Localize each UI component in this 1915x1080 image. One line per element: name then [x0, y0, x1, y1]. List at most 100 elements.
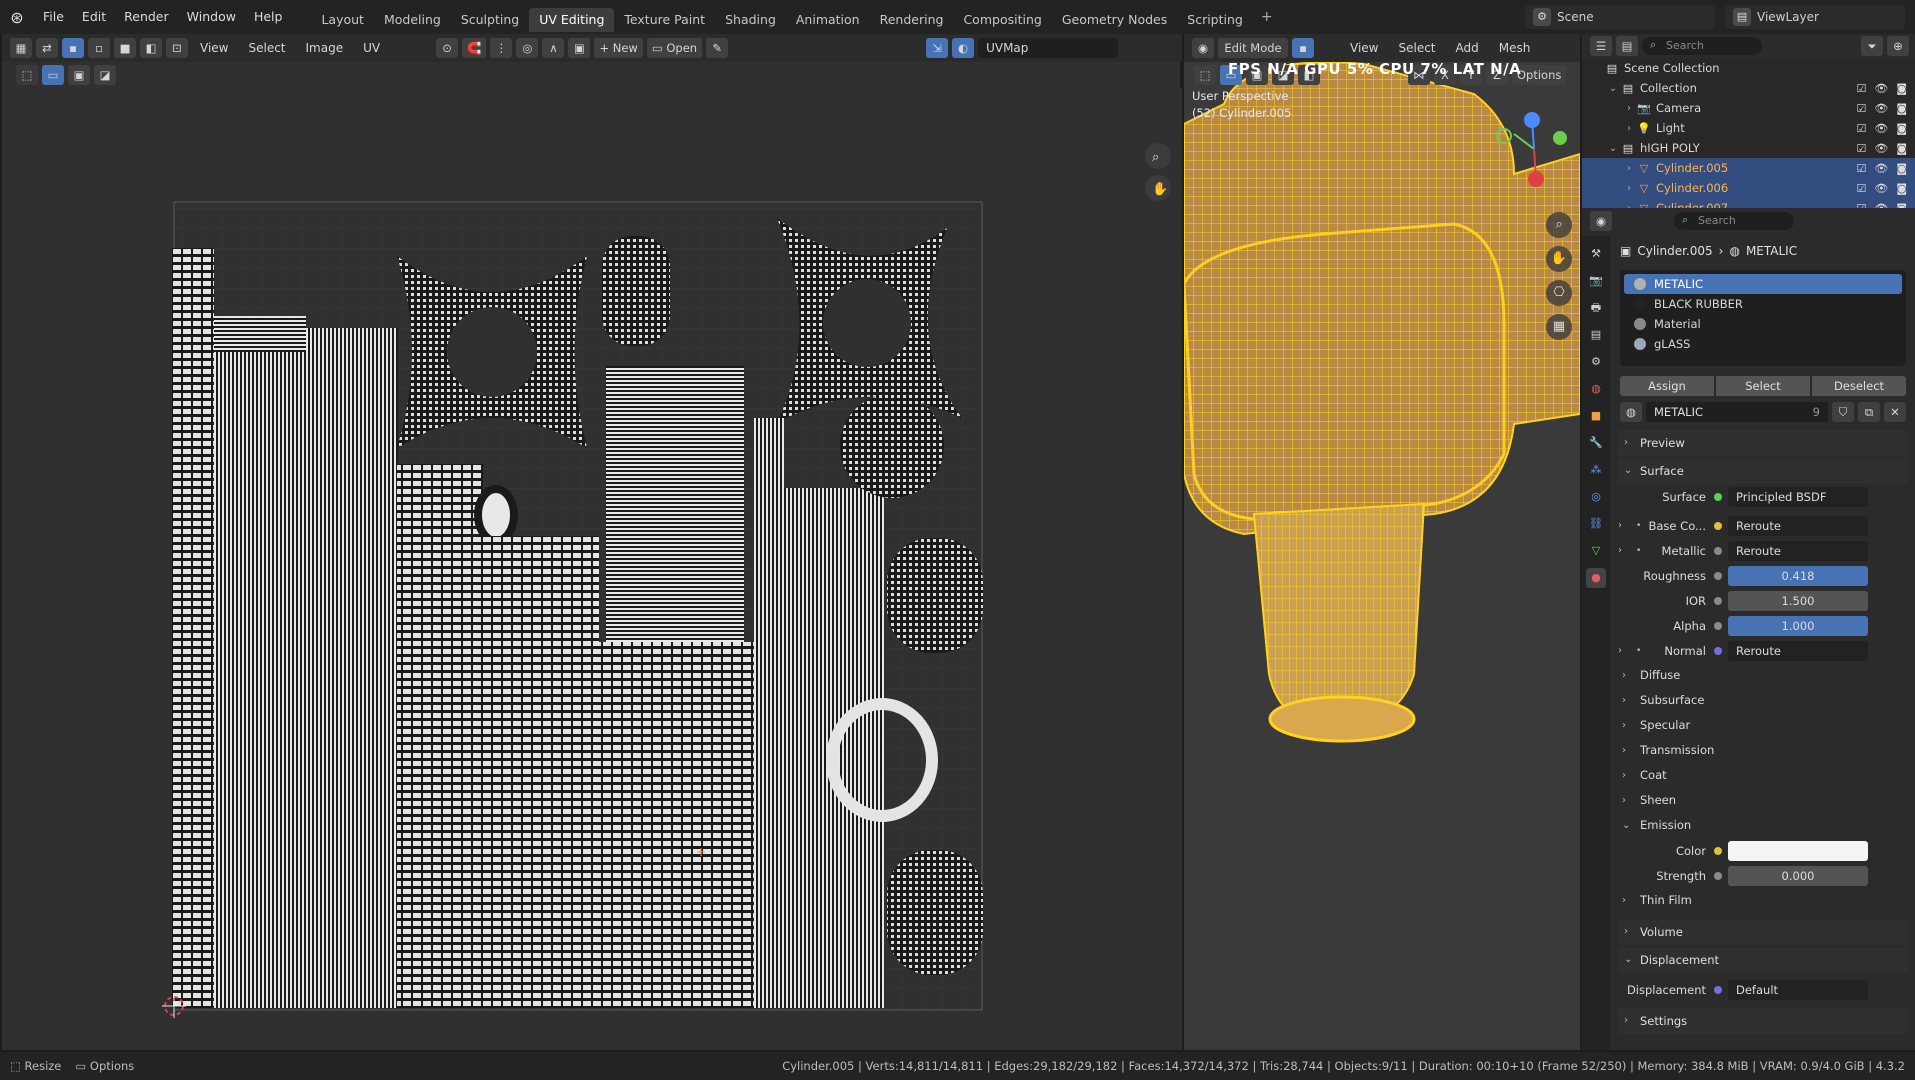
render-camera-icon[interactable]: ◙ [1896, 182, 1907, 195]
falloff-icon[interactable]: ∧ [542, 38, 565, 58]
subpanel-coat[interactable]: › Coat [1614, 763, 1912, 788]
face-select-icon[interactable]: ■ [114, 38, 136, 58]
add-workspace-icon[interactable]: + [1253, 9, 1281, 25]
menu-help[interactable]: Help [245, 0, 292, 34]
emission-subpanel[interactable]: ⌄ Emission [1614, 813, 1912, 838]
modifier-tab-icon[interactable]: 🔧 [1586, 433, 1606, 453]
expand-chevron-icon[interactable]: › [1622, 123, 1636, 134]
visibility-eye-icon[interactable]: 👁 [1874, 82, 1888, 95]
tool-tab-icon[interactable]: ⚒ [1586, 244, 1606, 264]
workspace-tab-layout[interactable]: Layout [311, 8, 374, 32]
new-collection-icon[interactable]: ⊕ [1887, 36, 1909, 56]
normal-field[interactable]: Reroute [1728, 640, 1868, 661]
outliner-row[interactable]: ⌄ ▤ Collection ☑ 👁 ◙ [1582, 78, 1915, 98]
uv-menu-image[interactable]: Image [298, 34, 352, 62]
surface-shader-field[interactable]: Principled BSDF [1728, 486, 1868, 507]
subpanel-subsurface[interactable]: › Subsurface [1614, 688, 1912, 713]
snap-target-icon[interactable]: ⋮ [490, 38, 513, 58]
subpanel-transmission[interactable]: › Transmission [1614, 738, 1912, 763]
material-slot-item[interactable]: METALIC [1624, 274, 1902, 294]
uv-canvas[interactable]: + ⌕ ✋ [2, 88, 1182, 1050]
select-box-mode-icon[interactable]: ▭ [42, 65, 64, 85]
menu-file[interactable]: File [34, 0, 73, 34]
visibility-eye-icon[interactable]: 👁 [1874, 102, 1888, 115]
menu-render[interactable]: Render [115, 0, 178, 34]
vertex-select-icon[interactable]: ▪ [62, 38, 84, 58]
expand-chevron-icon[interactable]: › [1622, 163, 1636, 174]
material-name-field[interactable]: METALIC 9 [1646, 402, 1828, 422]
uv-menu-uv[interactable]: UV [355, 34, 388, 62]
constraints-tab-icon[interactable]: ⛓ [1586, 514, 1606, 534]
expand-chevron-icon[interactable]: › [1622, 103, 1636, 114]
exclude-checkbox-icon[interactable]: ☑ [1856, 162, 1866, 175]
properties-search-input[interactable]: Search [1674, 211, 1794, 230]
world-tab-icon[interactable]: ◍ [1586, 379, 1606, 399]
pin-icon[interactable]: ✎ [706, 38, 729, 58]
blender-logo-icon[interactable]: ⊛ [0, 8, 34, 27]
pan-hand-icon[interactable]: ✋ [1145, 175, 1171, 201]
emission-color-swatch[interactable] [1728, 840, 1868, 861]
ior-slider[interactable]: 1.500 [1728, 590, 1868, 611]
snap-icon[interactable]: 🧲 [462, 38, 487, 58]
gizmo-toggle-icon[interactable]: ⇲ [926, 38, 949, 58]
volume-panel[interactable]: › Volume [1618, 919, 1908, 945]
properties-editor-type-icon[interactable]: ◉ [1590, 211, 1612, 231]
workspace-tab-modeling[interactable]: Modeling [374, 8, 451, 32]
visibility-eye-icon[interactable]: 👁 [1874, 182, 1888, 195]
exclude-checkbox-icon[interactable]: ☑ [1856, 182, 1866, 195]
workspace-tab-animation[interactable]: Animation [786, 8, 870, 32]
render-camera-icon[interactable]: ◙ [1896, 142, 1907, 155]
uv-sync-icon[interactable]: ⇄ [36, 38, 58, 58]
render-camera-icon[interactable]: ◙ [1896, 102, 1907, 115]
emission-strength-slider[interactable]: 0.000 [1728, 865, 1868, 886]
outliner-row[interactable]: › 💡 Light ☑ 👁 ◙ [1582, 118, 1915, 138]
3d-viewport[interactable]: ◉ Edit Mode ▪ View Select Add Mesh ⬚ ▭ ▣… [1184, 34, 1580, 1050]
outliner-filter-icon[interactable]: ⏷ [1861, 36, 1883, 56]
exclude-checkbox-icon[interactable]: ☑ [1856, 142, 1866, 155]
overlay-toggle-icon[interactable]: ◐ [952, 38, 975, 58]
vp-tool-icon[interactable]: ⬚ [1194, 65, 1216, 85]
vp-pan-icon[interactable]: ✋ [1546, 246, 1572, 272]
viewport-menu-add[interactable]: Add [1448, 34, 1487, 62]
outliner-editor-type-icon[interactable]: ☰ [1590, 36, 1612, 56]
particles-tab-icon[interactable]: ⁂ [1586, 460, 1606, 480]
uv-menu-view[interactable]: View [192, 34, 236, 62]
vp-grid-icon[interactable]: ▦ [1546, 314, 1572, 340]
render-camera-icon[interactable]: ◙ [1896, 82, 1907, 95]
visibility-eye-icon[interactable]: 👁 [1874, 122, 1888, 135]
proportional-edit-icon[interactable]: ◎ [516, 38, 539, 58]
island-select-icon[interactable]: ◧ [140, 38, 162, 58]
menu-window[interactable]: Window [178, 0, 245, 34]
outliner-row[interactable]: ⌄ ▤ hIGH POLY ☑ 👁 ◙ [1582, 138, 1915, 158]
exclude-checkbox-icon[interactable]: ☑ [1856, 102, 1866, 115]
displacement-field[interactable]: Default [1728, 979, 1868, 1000]
subpanel-sheen[interactable]: › Sheen [1614, 788, 1912, 813]
roughness-slider[interactable]: 0.418 [1728, 565, 1868, 586]
zoom-icon[interactable]: ⌕ [1145, 143, 1171, 169]
view-layer-tab-icon[interactable]: ▤ [1586, 325, 1606, 345]
physics-tab-icon[interactable]: ◎ [1586, 487, 1606, 507]
viewport-menu-mesh[interactable]: Mesh [1491, 34, 1539, 62]
viewport-menu-view[interactable]: View [1342, 34, 1386, 62]
visibility-eye-icon[interactable]: 👁 [1874, 142, 1888, 155]
outliner-row[interactable]: › ▽ Cylinder.005 ☑ 👁 ◙ [1582, 158, 1915, 178]
outliner-row[interactable]: › ▽ Cylinder.006 ☑ 👁 ◙ [1582, 178, 1915, 198]
subpanel-diffuse[interactable]: › Diffuse [1614, 663, 1912, 688]
pivot-icon[interactable]: ⊙ [436, 38, 459, 58]
workspace-tab-compositing[interactable]: Compositing [953, 8, 1051, 32]
metallic-field[interactable]: Reroute [1728, 540, 1868, 561]
workspace-tab-rendering[interactable]: Rendering [870, 8, 954, 32]
select-subtract-icon[interactable]: ◪ [94, 65, 116, 85]
unlink-material-icon[interactable]: ✕ [1884, 402, 1906, 422]
workspace-tab-texture-paint[interactable]: Texture Paint [614, 8, 715, 32]
edge-select-icon[interactable]: ▫ [88, 38, 110, 58]
open-image-button[interactable]: ▭ Open [646, 38, 703, 58]
uv-menu-select[interactable]: Select [240, 34, 293, 62]
new-image-button[interactable]: + New [594, 38, 643, 58]
displacement-panel[interactable]: ⌄ Displacement [1618, 947, 1908, 973]
thin-film-subpanel[interactable]: › Thin Film [1614, 888, 1912, 913]
mode-selector[interactable]: Edit Mode [1218, 38, 1288, 58]
select-extend-icon[interactable]: ▣ [68, 65, 90, 85]
workspace-tab-uv-editing[interactable]: UV Editing [529, 7, 615, 32]
vertex-mode-icon[interactable]: ▪ [1292, 38, 1314, 58]
